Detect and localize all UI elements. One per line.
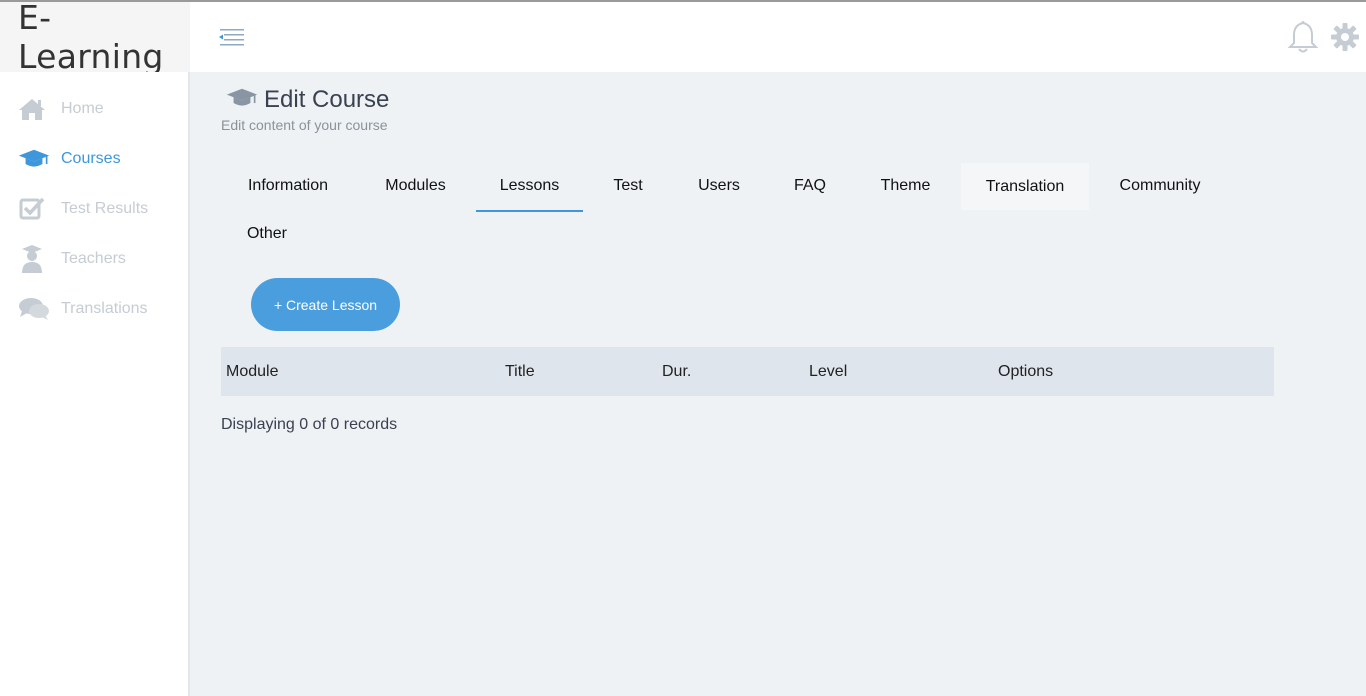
records-count: Displaying 0 of 0 records xyxy=(221,416,398,433)
graduation-cap-icon xyxy=(18,144,50,174)
tab-theme[interactable]: Theme xyxy=(854,162,957,210)
tab-users[interactable]: Users xyxy=(672,162,766,210)
sidebar-item-test-results[interactable]: Test Results xyxy=(18,194,183,224)
page-header: Edit Course xyxy=(226,86,389,114)
brand-logo[interactable]: E-Learning xyxy=(0,0,190,76)
sidebar-item-courses[interactable]: Courses xyxy=(18,144,183,174)
tab-other[interactable]: Other xyxy=(221,210,313,258)
column-header-title[interactable]: Title xyxy=(505,347,535,396)
column-header-options: Options xyxy=(998,362,1054,380)
page-title: Edit Course xyxy=(264,86,390,113)
tab-information[interactable]: Information xyxy=(221,162,355,210)
checkbox-icon xyxy=(18,194,50,224)
menu-collapse-icon[interactable] xyxy=(218,26,246,50)
sidebar-item-label: Translations xyxy=(61,300,148,317)
tab-community[interactable]: Community xyxy=(1093,162,1227,210)
home-icon xyxy=(18,94,50,124)
teacher-icon xyxy=(18,244,50,274)
lessons-table-header: Module Title Dur. Level Options xyxy=(221,347,1274,396)
tab-modules[interactable]: Modules xyxy=(359,162,472,210)
page-subtitle: Edit content of your course xyxy=(221,117,388,133)
column-header-duration[interactable]: Dur. xyxy=(662,347,691,396)
top-header xyxy=(190,2,1366,72)
tab-faq[interactable]: FAQ xyxy=(770,162,850,210)
gear-icon[interactable] xyxy=(1330,22,1360,52)
tab-lessons[interactable]: Lessons xyxy=(476,162,583,212)
create-lesson-button[interactable]: + Create Lesson xyxy=(251,278,400,331)
tab-test[interactable]: Test xyxy=(588,162,668,210)
bell-icon[interactable] xyxy=(1287,20,1319,54)
sidebar-item-translations[interactable]: Translations xyxy=(18,294,183,324)
sidebar-item-home[interactable]: Home xyxy=(18,94,183,124)
sidebar-item-teachers[interactable]: Teachers xyxy=(18,244,183,274)
sidebar: Home Courses Test Results Teachers Trans… xyxy=(0,72,190,696)
column-header-level[interactable]: Level xyxy=(809,347,847,396)
column-header-module[interactable]: Module xyxy=(226,347,278,396)
chat-bubbles-icon xyxy=(18,294,50,324)
sidebar-item-label: Teachers xyxy=(61,250,126,267)
graduation-cap-icon xyxy=(226,87,258,114)
tab-translation[interactable]: Translation xyxy=(961,163,1089,210)
sidebar-item-label: Courses xyxy=(61,150,121,167)
sidebar-item-label: Home xyxy=(61,100,104,117)
sidebar-item-label: Test Results xyxy=(61,200,149,217)
